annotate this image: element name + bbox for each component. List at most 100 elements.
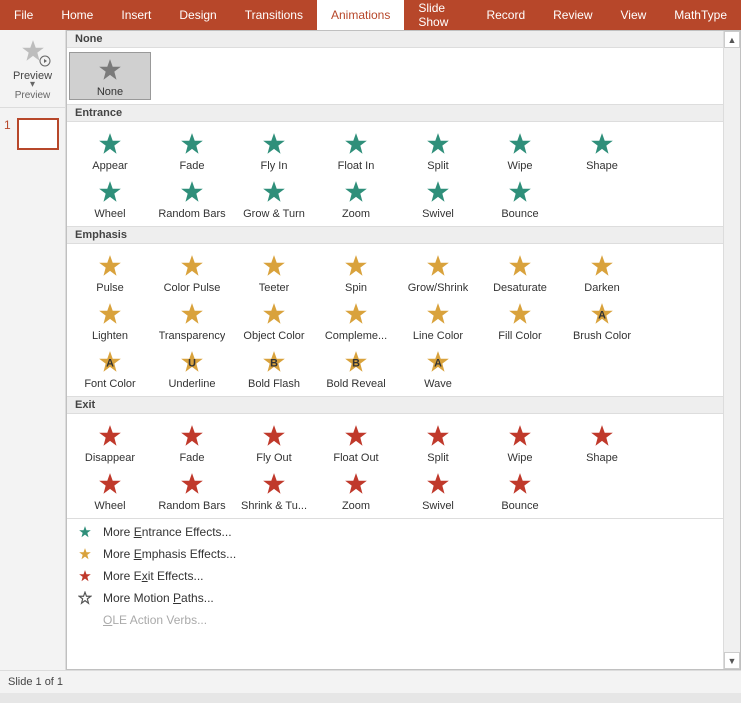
tab-home[interactable]: Home [47, 0, 107, 30]
animation-label: Grow/Shrink [408, 282, 469, 294]
animation-wipe[interactable]: Wipe [479, 126, 561, 174]
star-icon [424, 300, 452, 328]
animation-label: Float In [338, 160, 375, 172]
animation-wipe[interactable]: Wipe [479, 418, 561, 466]
animation-label: Wipe [507, 160, 532, 172]
animation-boldflash[interactable]: BBold Flash [233, 344, 315, 392]
animation-fontcolor[interactable]: AFont Color [69, 344, 151, 392]
star-icon [96, 470, 124, 498]
animation-label: Fill Color [498, 330, 541, 342]
tab-animations[interactable]: Animations [317, 0, 404, 30]
animation-fade[interactable]: Fade [151, 126, 233, 174]
tab-review[interactable]: Review [539, 0, 606, 30]
animation-fillcolor[interactable]: Fill Color [479, 296, 561, 344]
star-icon [342, 178, 370, 206]
animation-wave[interactable]: AWave [397, 344, 479, 392]
star-icon: A [96, 348, 124, 376]
animation-underline[interactable]: UUnderline [151, 344, 233, 392]
animation-swivel[interactable]: Swivel [397, 466, 479, 514]
star-icon [178, 422, 206, 450]
animation-split[interactable]: Split [397, 126, 479, 174]
star-icon [588, 422, 616, 450]
animation-brushcolor[interactable]: ABrush Color [561, 296, 643, 344]
animation-bounce[interactable]: Bounce [479, 466, 561, 514]
scroll-up-icon[interactable]: ▲ [724, 31, 740, 48]
animation-label: Fly In [261, 160, 288, 172]
animation-disappear[interactable]: Disappear [69, 418, 151, 466]
more-entrance[interactable]: More Entrance Effects... [67, 521, 723, 543]
animation-desaturate[interactable]: Desaturate [479, 248, 561, 296]
star-icon [424, 178, 452, 206]
star-icon [96, 422, 124, 450]
animation-complementary[interactable]: Compleme... [315, 296, 397, 344]
animation-zoom[interactable]: Zoom [315, 174, 397, 222]
tab-slide-show[interactable]: Slide Show [404, 0, 472, 30]
animation-label: Zoom [342, 208, 370, 220]
preview-section-label: Preview [15, 88, 51, 105]
animation-randombars[interactable]: Random Bars [151, 174, 233, 222]
animation-wheel[interactable]: Wheel [69, 466, 151, 514]
animation-teeter[interactable]: Teeter [233, 248, 315, 296]
animation-bounce[interactable]: Bounce [479, 174, 561, 222]
animation-none[interactable]: None [69, 52, 151, 100]
animation-lighten[interactable]: Lighten [69, 296, 151, 344]
tab-mathtype[interactable]: MathType [660, 0, 741, 30]
tab-transitions[interactable]: Transitions [231, 0, 317, 30]
animation-label: Color Pulse [164, 282, 221, 294]
animation-randombars[interactable]: Random Bars [151, 466, 233, 514]
animation-label: Float Out [333, 452, 378, 464]
animation-fade[interactable]: Fade [151, 418, 233, 466]
animation-appear[interactable]: Appear [69, 126, 151, 174]
animation-boldreveal[interactable]: BBold Reveal [315, 344, 397, 392]
animation-shape[interactable]: Shape [561, 418, 643, 466]
scrollbar[interactable]: ▲ ▼ [723, 31, 740, 669]
animation-shrinkturn[interactable]: Shrink & Tu... [233, 466, 315, 514]
animation-pulse[interactable]: Pulse [69, 248, 151, 296]
star-icon [77, 568, 93, 584]
animation-spin[interactable]: Spin [315, 248, 397, 296]
animation-floatin[interactable]: Float In [315, 126, 397, 174]
animation-floatout[interactable]: Float Out [315, 418, 397, 466]
tab-view[interactable]: View [607, 0, 661, 30]
more-item-label: OLE Action Verbs... [103, 613, 207, 627]
animation-wheel[interactable]: Wheel [69, 174, 151, 222]
slide-thumbnail[interactable] [17, 118, 59, 150]
star-icon: B [260, 348, 288, 376]
more-motion[interactable]: More Motion Paths... [67, 587, 723, 609]
animation-growturn[interactable]: Grow & Turn [233, 174, 315, 222]
star-icon [96, 130, 124, 158]
star-icon [424, 252, 452, 280]
animation-flyout[interactable]: Fly Out [233, 418, 315, 466]
animation-colorpulse[interactable]: Color Pulse [151, 248, 233, 296]
animation-label: Shape [586, 452, 618, 464]
more-emphasis[interactable]: More Emphasis Effects... [67, 543, 723, 565]
animation-flyin[interactable]: Fly In [233, 126, 315, 174]
star-icon [424, 470, 452, 498]
tab-record[interactable]: Record [472, 0, 539, 30]
animation-label: Wheel [94, 500, 125, 512]
animation-objectcolor[interactable]: Object Color [233, 296, 315, 344]
more-exit[interactable]: More Exit Effects... [67, 565, 723, 587]
star-icon [506, 178, 534, 206]
animation-swivel[interactable]: Swivel [397, 174, 479, 222]
animation-transparency[interactable]: Transparency [151, 296, 233, 344]
tab-file[interactable]: File [0, 0, 47, 30]
animation-shape[interactable]: Shape [561, 126, 643, 174]
animation-zoom[interactable]: Zoom [315, 466, 397, 514]
gallery-body: NoneNoneEntranceAppearFadeFly InFloat In… [67, 31, 723, 669]
animation-darken[interactable]: Darken [561, 248, 643, 296]
more-item-label: More Emphasis Effects... [103, 547, 236, 561]
tab-design[interactable]: Design [165, 0, 230, 30]
slide-number: 1 [4, 118, 11, 132]
animation-growshrink[interactable]: Grow/Shrink [397, 248, 479, 296]
animation-linecolor[interactable]: Line Color [397, 296, 479, 344]
animation-label: Line Color [413, 330, 463, 342]
category-header-none: None [67, 31, 723, 48]
star-icon [260, 130, 288, 158]
scroll-down-icon[interactable]: ▼ [724, 652, 740, 669]
star-icon: B [342, 348, 370, 376]
tab-insert[interactable]: Insert [107, 0, 165, 30]
preview-group[interactable]: Preview ▾ Preview [0, 30, 65, 108]
animation-split[interactable]: Split [397, 418, 479, 466]
svg-text:B: B [270, 357, 278, 369]
